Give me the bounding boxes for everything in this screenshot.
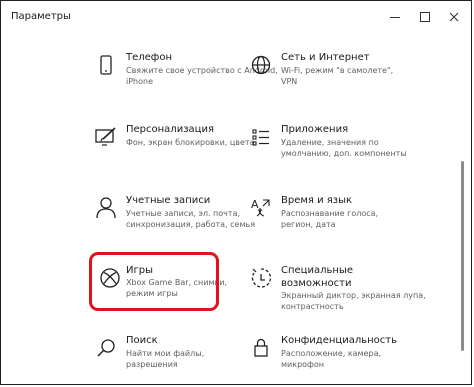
tile-desc: Распознавание голоса, xyxy=(281,209,379,218)
minimize-icon xyxy=(390,16,400,18)
close-button[interactable] xyxy=(439,1,469,33)
tile-title: Поиск xyxy=(126,335,158,346)
globe-icon xyxy=(248,51,274,79)
person-icon xyxy=(93,194,119,222)
highlight-frame xyxy=(89,252,219,311)
title-bar: Параметры xyxy=(1,1,471,33)
tile-title: Приложения xyxy=(281,124,349,135)
tile-apps[interactable]: Приложения Удаление, значения по умолчан… xyxy=(248,123,448,177)
accessibility-timer-icon xyxy=(248,264,274,292)
search-icon xyxy=(93,334,119,362)
close-icon xyxy=(449,12,459,22)
tile-desc: регион, дата xyxy=(281,219,336,229)
phone-icon xyxy=(93,51,119,79)
tile-desc: разрешения xyxy=(126,359,178,369)
tile-title: Персонализация xyxy=(126,124,214,135)
tile-desc: микрофон xyxy=(281,359,325,369)
tile-desc: Экранный диктор, экранная лупа, xyxy=(281,291,426,300)
tile-desc: iPhone xyxy=(126,76,154,86)
maximize-button[interactable] xyxy=(410,1,440,33)
tile-title: Время и язык xyxy=(281,195,353,206)
tile-desc: Фон, экран блокировки, цвета xyxy=(126,138,255,147)
tile-title: Специальные xyxy=(281,265,353,276)
paint-brush-icon xyxy=(93,123,119,151)
apps-list-icon xyxy=(248,123,274,151)
scrollbar[interactable] xyxy=(461,161,464,351)
language-icon: A xyxy=(248,194,274,222)
tile-desc: Учетные записи, эл. почта, xyxy=(126,209,241,218)
tile-title-line2: возможности xyxy=(281,278,352,289)
tile-time-language[interactable]: A Время и язык Распознавание голоса, рег… xyxy=(248,194,448,248)
tile-desc: VPN xyxy=(281,76,298,86)
lock-icon xyxy=(248,334,274,362)
tile-desc: Удаление, значения по xyxy=(281,138,379,147)
tile-accessibility[interactable]: Специальные возможности Экранный диктор,… xyxy=(248,264,448,318)
tile-network[interactable]: Сеть и Интернет Wi-Fi, режим "в самолете… xyxy=(248,51,448,105)
tile-desc: Найти мои файлы, xyxy=(126,349,205,358)
minimize-button[interactable] xyxy=(380,1,410,33)
tile-desc: умолчанию, доп. компоненты xyxy=(281,148,407,158)
tile-title: Конфиденциальность xyxy=(281,335,398,346)
tile-privacy[interactable]: Конфиденциальность Расположение, камера,… xyxy=(248,334,448,384)
tile-title: Телефон xyxy=(126,52,173,63)
tile-desc: контрастность xyxy=(281,301,344,311)
settings-window: Параметры Телефон Свяжите свое устройств… xyxy=(0,0,472,385)
tile-title: Сеть и Интернет xyxy=(281,52,370,63)
maximize-icon xyxy=(420,12,430,22)
tile-title: Учетные записи xyxy=(126,195,211,206)
svg-text:A: A xyxy=(251,198,259,211)
tile-desc: Расположение, камера, xyxy=(281,349,382,358)
tile-desc: синхронизация, работа, семья xyxy=(126,219,256,229)
tile-desc: Wi-Fi, режим "в самолете", xyxy=(281,66,394,75)
window-title: Параметры xyxy=(11,11,71,22)
